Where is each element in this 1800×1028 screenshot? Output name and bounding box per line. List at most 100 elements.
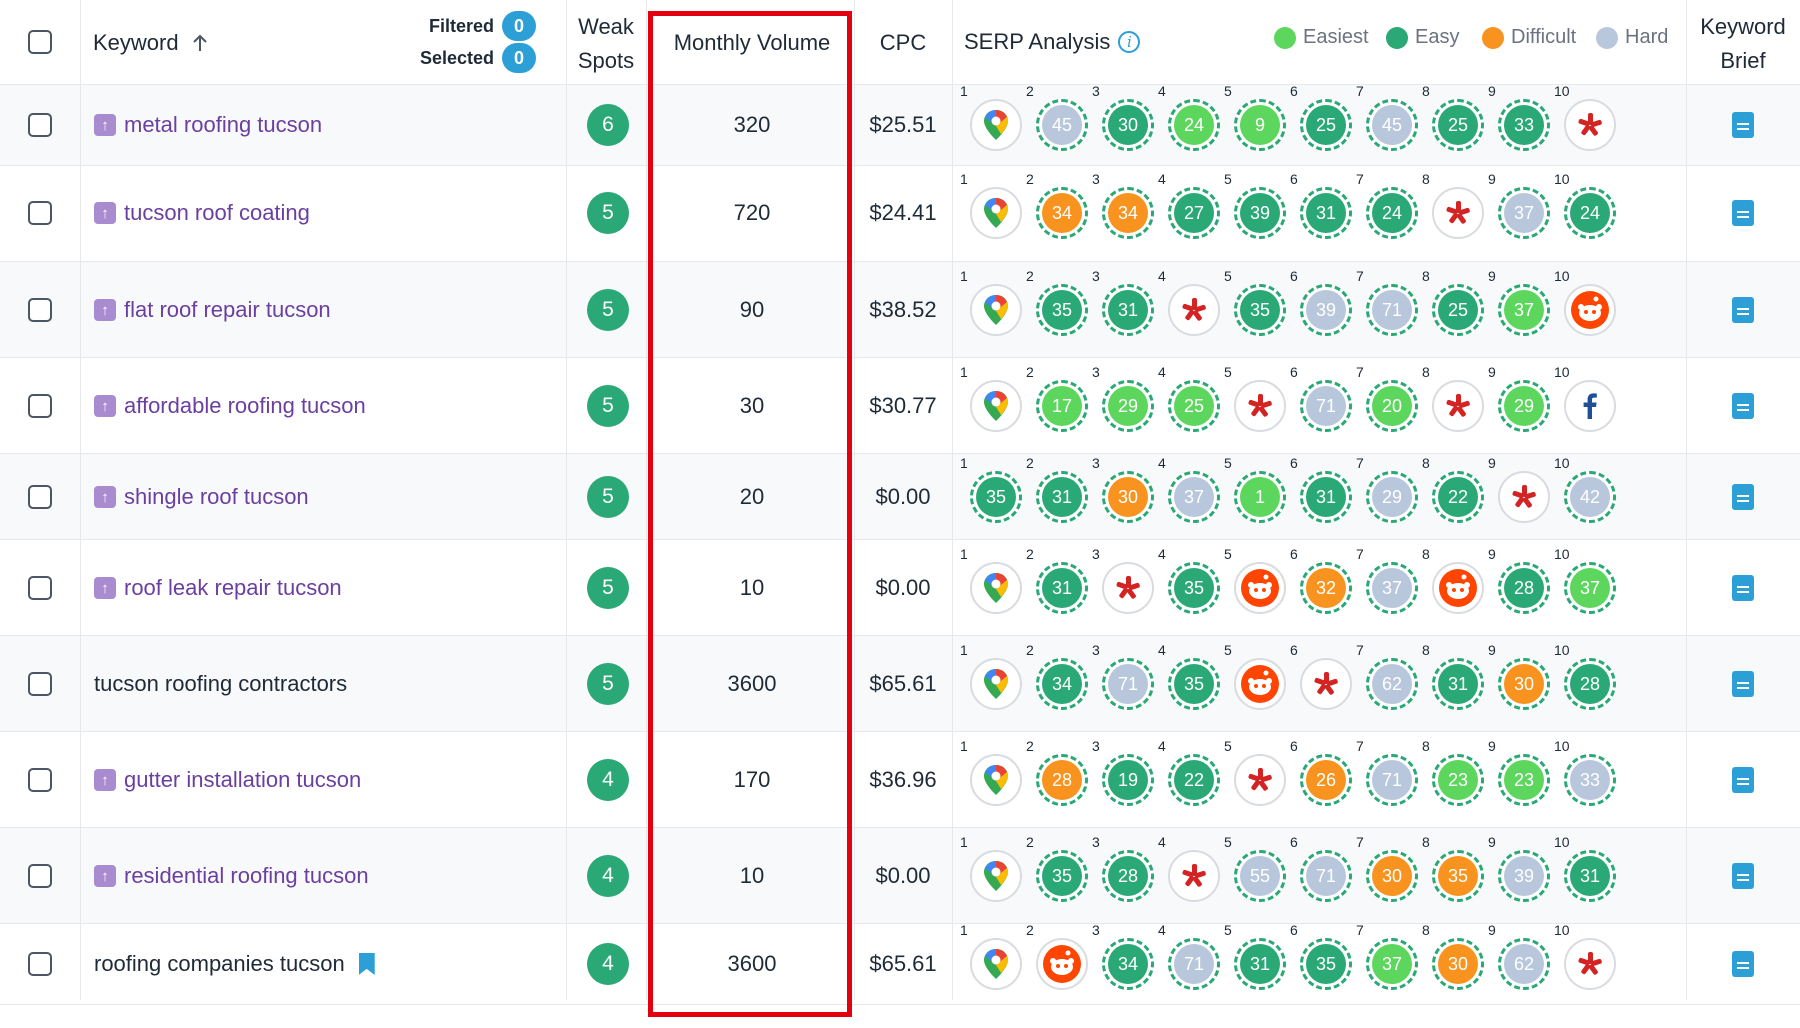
- serp-position[interactable]: 7 20: [1356, 364, 1422, 448]
- serp-position[interactable]: 8 25: [1422, 83, 1488, 167]
- serp-position[interactable]: 7 71: [1356, 738, 1422, 822]
- serp-position[interactable]: 7 37: [1356, 546, 1422, 630]
- serp-position[interactable]: 4 37: [1158, 455, 1224, 539]
- serp-position[interactable]: 4: [1158, 834, 1224, 918]
- serp-position[interactable]: 4 35: [1158, 546, 1224, 630]
- keyword-brief-icon[interactable]: [1732, 575, 1754, 601]
- serp-position[interactable]: 6 71: [1290, 364, 1356, 448]
- keyword-link[interactable]: ↑ gutter installation tucson: [94, 766, 361, 794]
- serp-position[interactable]: 6 39: [1290, 268, 1356, 352]
- serp-position[interactable]: 8 35: [1422, 834, 1488, 918]
- serp-position[interactable]: 1: [960, 834, 1026, 918]
- keyword-link[interactable]: ↑ tucson roof coating: [94, 199, 310, 227]
- serp-position[interactable]: 10 42: [1554, 455, 1620, 539]
- serp-position[interactable]: 5 39: [1224, 171, 1290, 255]
- serp-position[interactable]: 2 45: [1026, 83, 1092, 167]
- serp-position[interactable]: 3 31: [1092, 268, 1158, 352]
- info-icon[interactable]: i: [1118, 31, 1141, 53]
- keyword-brief-icon[interactable]: [1732, 484, 1754, 510]
- row-checkbox[interactable]: [28, 298, 52, 322]
- serp-position[interactable]: 2: [1026, 922, 1092, 1006]
- row-checkbox[interactable]: [28, 394, 52, 418]
- serp-position[interactable]: 8 23: [1422, 738, 1488, 822]
- bookmark-icon[interactable]: [358, 953, 375, 975]
- serp-position[interactable]: 1: [960, 546, 1026, 630]
- serp-position[interactable]: 4 25: [1158, 364, 1224, 448]
- serp-position[interactable]: 9 62: [1488, 922, 1554, 1006]
- serp-position[interactable]: 6 26: [1290, 738, 1356, 822]
- serp-position[interactable]: 7 62: [1356, 642, 1422, 726]
- row-checkbox[interactable]: [28, 485, 52, 509]
- serp-position[interactable]: 10: [1554, 364, 1620, 448]
- serp-position[interactable]: 6: [1290, 642, 1356, 726]
- serp-position[interactable]: 2 34: [1026, 642, 1092, 726]
- row-checkbox[interactable]: [28, 201, 52, 225]
- serp-position[interactable]: 8: [1422, 364, 1488, 448]
- serp-position[interactable]: 5: [1224, 546, 1290, 630]
- serp-position[interactable]: 7 71: [1356, 268, 1422, 352]
- serp-position[interactable]: 4 22: [1158, 738, 1224, 822]
- serp-position[interactable]: 7 24: [1356, 171, 1422, 255]
- serp-position[interactable]: 5 35: [1224, 268, 1290, 352]
- serp-position[interactable]: 9 23: [1488, 738, 1554, 822]
- row-checkbox[interactable]: [28, 952, 52, 976]
- serp-position[interactable]: 7 45: [1356, 83, 1422, 167]
- serp-position[interactable]: 4 27: [1158, 171, 1224, 255]
- serp-position[interactable]: 9: [1488, 455, 1554, 539]
- serp-position[interactable]: 5: [1224, 364, 1290, 448]
- keyword-link[interactable]: ↑ affordable roofing tucson: [94, 392, 366, 420]
- serp-position[interactable]: 3 34: [1092, 171, 1158, 255]
- keyword-brief-icon[interactable]: [1732, 767, 1754, 793]
- serp-position[interactable]: 6 31: [1290, 455, 1356, 539]
- serp-position[interactable]: 2 35: [1026, 268, 1092, 352]
- serp-position[interactable]: 3: [1092, 546, 1158, 630]
- serp-position[interactable]: 6 31: [1290, 171, 1356, 255]
- row-checkbox[interactable]: [28, 672, 52, 696]
- serp-position[interactable]: 1: [960, 364, 1026, 448]
- serp-position[interactable]: 9 37: [1488, 171, 1554, 255]
- serp-position[interactable]: 2 35: [1026, 834, 1092, 918]
- serp-position[interactable]: 1: [960, 83, 1026, 167]
- serp-position[interactable]: 10 31: [1554, 834, 1620, 918]
- serp-position[interactable]: 1 35: [960, 455, 1026, 539]
- serp-position[interactable]: 9 28: [1488, 546, 1554, 630]
- serp-position[interactable]: 4: [1158, 268, 1224, 352]
- serp-position[interactable]: 10 33: [1554, 738, 1620, 822]
- serp-position[interactable]: 3 28: [1092, 834, 1158, 918]
- serp-position[interactable]: 10: [1554, 922, 1620, 1006]
- cpc-column-header[interactable]: CPC: [860, 30, 946, 56]
- serp-position[interactable]: 8 31: [1422, 642, 1488, 726]
- keyword-brief-icon[interactable]: [1732, 671, 1754, 697]
- serp-position[interactable]: 7 37: [1356, 922, 1422, 1006]
- row-checkbox[interactable]: [28, 864, 52, 888]
- keyword-brief-icon[interactable]: [1732, 200, 1754, 226]
- serp-position[interactable]: 1: [960, 642, 1026, 726]
- serp-position[interactable]: 2 34: [1026, 171, 1092, 255]
- serp-position[interactable]: 1: [960, 268, 1026, 352]
- serp-position[interactable]: 2 28: [1026, 738, 1092, 822]
- keyword-link[interactable]: roofing companies tucson: [94, 950, 375, 978]
- serp-position[interactable]: 8: [1422, 546, 1488, 630]
- select-all-checkbox[interactable]: [28, 30, 52, 54]
- serp-position[interactable]: 9 33: [1488, 83, 1554, 167]
- serp-position[interactable]: 10 37: [1554, 546, 1620, 630]
- serp-position[interactable]: 7 30: [1356, 834, 1422, 918]
- serp-position[interactable]: 6 71: [1290, 834, 1356, 918]
- serp-position[interactable]: 6 25: [1290, 83, 1356, 167]
- serp-position[interactable]: 9 39: [1488, 834, 1554, 918]
- keyword-brief-icon[interactable]: [1732, 112, 1754, 138]
- serp-position[interactable]: 5: [1224, 738, 1290, 822]
- serp-position[interactable]: 2 31: [1026, 546, 1092, 630]
- serp-position[interactable]: 5 55: [1224, 834, 1290, 918]
- keyword-brief-icon[interactable]: [1732, 863, 1754, 889]
- serp-position[interactable]: 4 35: [1158, 642, 1224, 726]
- weak-spots-column-header[interactable]: Weak Spots: [566, 10, 646, 78]
- serp-position[interactable]: 10: [1554, 268, 1620, 352]
- serp-position[interactable]: 7 29: [1356, 455, 1422, 539]
- arrow-up-icon[interactable]: [191, 33, 209, 53]
- serp-position[interactable]: 3 19: [1092, 738, 1158, 822]
- row-checkbox[interactable]: [28, 576, 52, 600]
- row-checkbox[interactable]: [28, 113, 52, 137]
- serp-position[interactable]: 1: [960, 738, 1026, 822]
- keyword-link[interactable]: ↑ residential roofing tucson: [94, 862, 369, 890]
